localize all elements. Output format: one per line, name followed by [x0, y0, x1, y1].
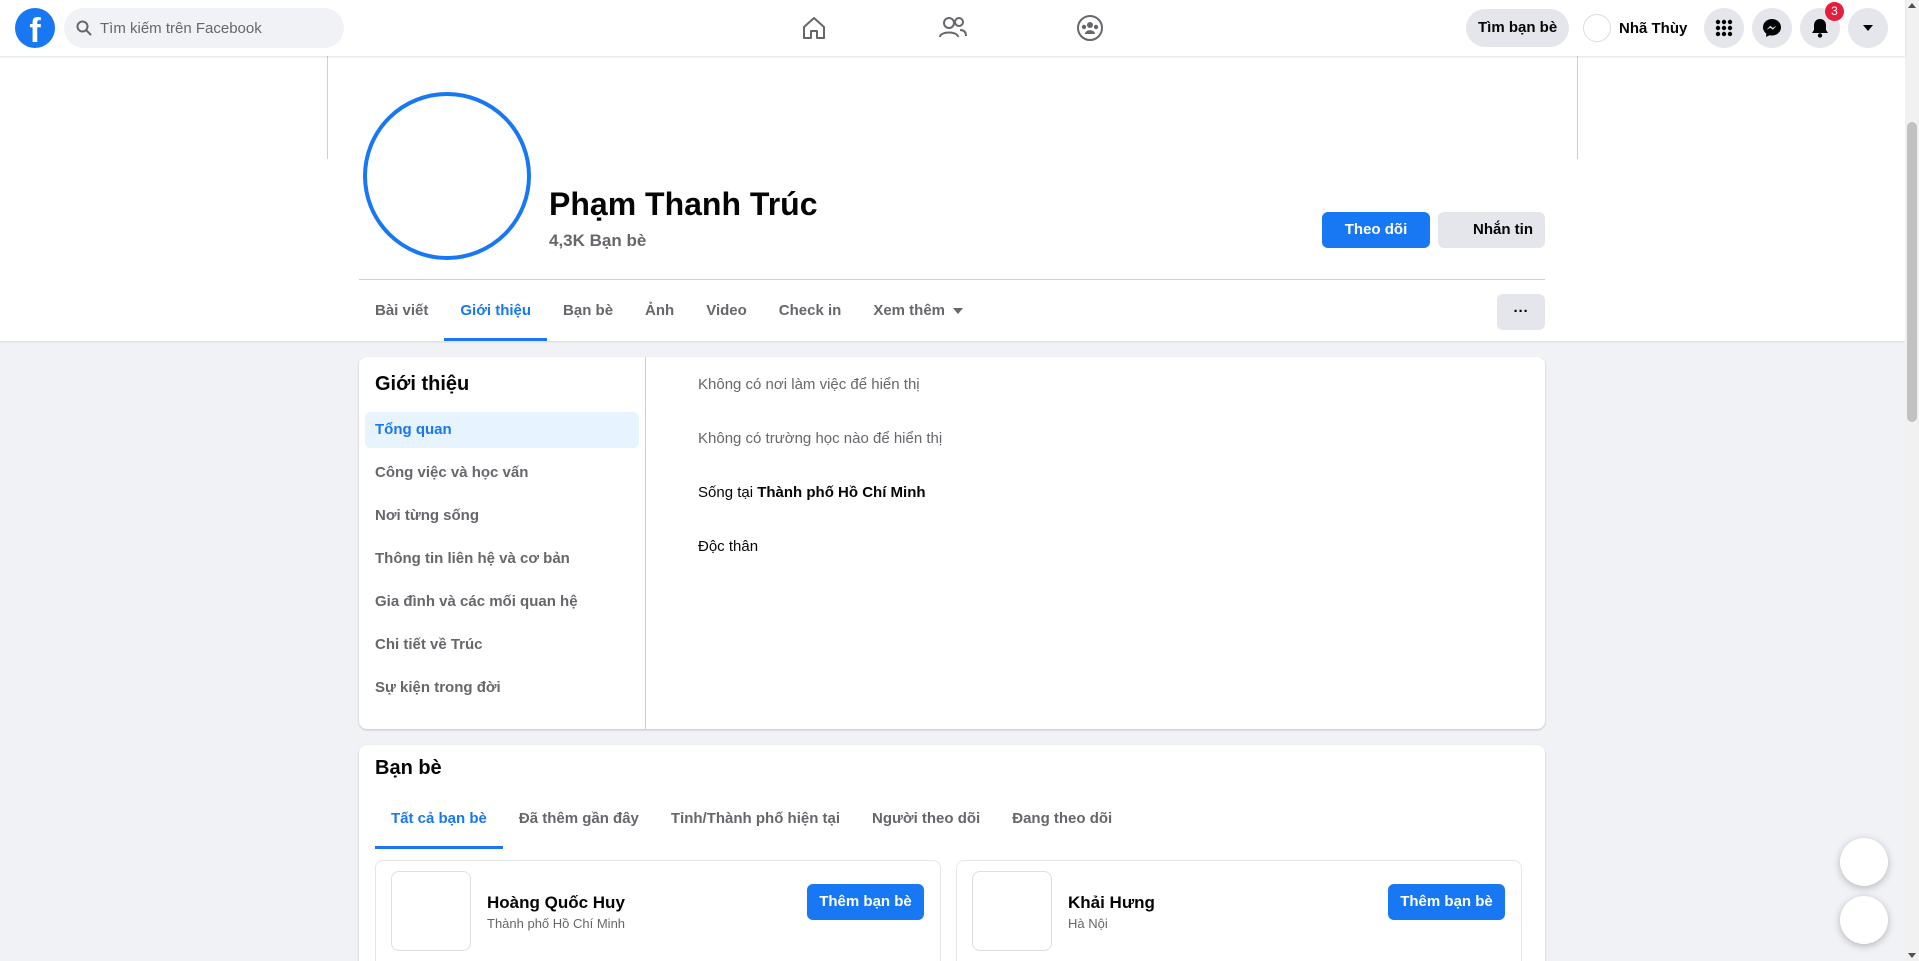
facebook-logo[interactable]: f — [15, 8, 55, 48]
friends-title: Bạn bè — [375, 757, 442, 779]
tab-checkin[interactable]: Check in — [763, 281, 858, 341]
friend-photo[interactable] — [972, 871, 1052, 951]
friends-count[interactable]: 4,3K Bạn bè — [549, 231, 646, 251]
add-friend-button[interactable]: Thêm bạn bè — [1388, 884, 1505, 920]
top-navigation-bar: f Tìm bạn bè Nhã Thùy 3 — [0, 0, 1905, 56]
follow-button[interactable]: Theo dõi — [1322, 212, 1430, 248]
scrollbar-thumb[interactable] — [1907, 122, 1917, 422]
divider — [359, 279, 1545, 280]
no-school-text: Không có trường học nào để hiển thị — [698, 430, 943, 447]
about-menu-work-education[interactable]: Công việc và học vấn — [365, 455, 639, 491]
tab-friends[interactable]: Bạn bè — [547, 281, 629, 341]
about-menu-contact-basic-info[interactable]: Thông tin liên hệ và cơ bản — [365, 541, 639, 577]
friend-location: Thành phố Hồ Chí Minh — [487, 916, 626, 931]
avatar — [1583, 14, 1611, 42]
friends-tabs: Tất cả bạn bè Đã thêm gần đây Tỉnh/Thành… — [375, 789, 1128, 849]
about-menu-places-lived[interactable]: Nơi từng sống — [365, 498, 639, 534]
tab-see-more[interactable]: Xem thêm — [857, 281, 979, 341]
add-friend-button[interactable]: Thêm bạn bè — [807, 884, 924, 920]
about-menu-family-relationships[interactable]: Gia đình và các mối quan hệ — [365, 584, 639, 620]
about-sidebar: Giới thiệu Tổng quan Công việc và học vấ… — [359, 357, 646, 729]
about-menu-life-events[interactable]: Sự kiện trong đời — [365, 670, 639, 706]
tab-current-city[interactable]: Tỉnh/Thành phố hiện tại — [655, 789, 856, 849]
groups-icon[interactable] — [1070, 8, 1110, 48]
find-friends-button[interactable]: Tìm bạn bè — [1466, 9, 1570, 47]
scroll-down-arrow-icon[interactable] — [1908, 953, 1916, 958]
cover-photo-edge — [1577, 56, 1578, 159]
new-message-button[interactable] — [1840, 896, 1888, 944]
chat-head-button[interactable] — [1840, 838, 1888, 886]
home-icon[interactable] — [794, 8, 834, 48]
caret-down-icon — [953, 308, 964, 314]
tab-see-more-label: Xem thêm — [873, 302, 946, 319]
friend-name[interactable]: Hoàng Quốc Huy — [487, 893, 625, 913]
tab-about[interactable]: Giới thiệu — [444, 281, 547, 341]
search-box[interactable] — [64, 8, 344, 48]
tab-photos[interactable]: Ảnh — [629, 281, 690, 341]
more-options-button[interactable]: ··· — [1497, 294, 1545, 330]
profile-tabs: Bài viết Giới thiệu Bạn bè Ảnh Video Che… — [359, 281, 979, 341]
menu-grid-icon[interactable] — [1704, 8, 1744, 48]
about-menu-overview[interactable]: Tổng quan — [365, 412, 639, 448]
lives-in-prefix: Sống tại — [698, 484, 758, 501]
tab-video[interactable]: Video — [690, 281, 763, 341]
about-card: Giới thiệu Tổng quan Công việc và học vấ… — [359, 357, 1545, 729]
tab-all-friends[interactable]: Tất cả bạn bè — [375, 789, 503, 849]
relationship-status: Độc thân — [698, 538, 759, 555]
scroll-up-arrow-icon[interactable] — [1908, 3, 1916, 8]
friend-location: Hà Nội — [1068, 916, 1108, 931]
search-input[interactable] — [100, 19, 320, 37]
friends-card: Bạn bè Tất cả bạn bè Đã thêm gần đây Tỉn… — [359, 745, 1545, 961]
scrollbar[interactable] — [1905, 0, 1919, 961]
lives-in-city-link[interactable]: Thành phố Hồ Chí Minh — [757, 484, 925, 501]
user-name: Nhã Thùy — [1619, 19, 1688, 37]
tab-following[interactable]: Đang theo dõi — [996, 789, 1128, 849]
tab-followers[interactable]: Người theo dõi — [856, 789, 996, 849]
account-chevron-down-icon[interactable] — [1848, 8, 1888, 48]
friends-icon[interactable] — [933, 8, 973, 48]
notification-badge: 3 — [1825, 2, 1844, 21]
friend-item: Khải Hưng Hà Nội Thêm bạn bè — [956, 860, 1522, 961]
profile-header: Phạm Thanh Trúc 4,3K Bạn bè Theo dõi Nhắ… — [0, 56, 1905, 341]
profile-name: Phạm Thanh Trúc — [549, 186, 818, 222]
no-workplace-text: Không có nơi làm việc để hiển thị — [698, 376, 920, 393]
about-title: Giới thiệu — [375, 373, 470, 395]
messenger-icon[interactable] — [1752, 8, 1792, 48]
profile-picture[interactable] — [363, 92, 531, 260]
tab-recently-added[interactable]: Đã thêm gần đây — [503, 789, 655, 849]
about-menu-details[interactable]: Chi tiết về Trúc — [365, 627, 639, 663]
cover-photo-edge — [327, 56, 328, 159]
message-button[interactable]: Nhắn tin — [1438, 212, 1545, 248]
friend-name[interactable]: Khải Hưng — [1068, 893, 1155, 913]
lives-in-text: Sống tại Thành phố Hồ Chí Minh — [698, 484, 926, 501]
tab-posts[interactable]: Bài viết — [359, 281, 444, 341]
profile-shortcut[interactable]: Nhã Thùy — [1583, 14, 1687, 42]
friend-item: Hoàng Quốc Huy Thành phố Hồ Chí Minh Thê… — [375, 860, 941, 961]
search-icon — [76, 20, 92, 36]
friend-photo[interactable] — [391, 871, 471, 951]
